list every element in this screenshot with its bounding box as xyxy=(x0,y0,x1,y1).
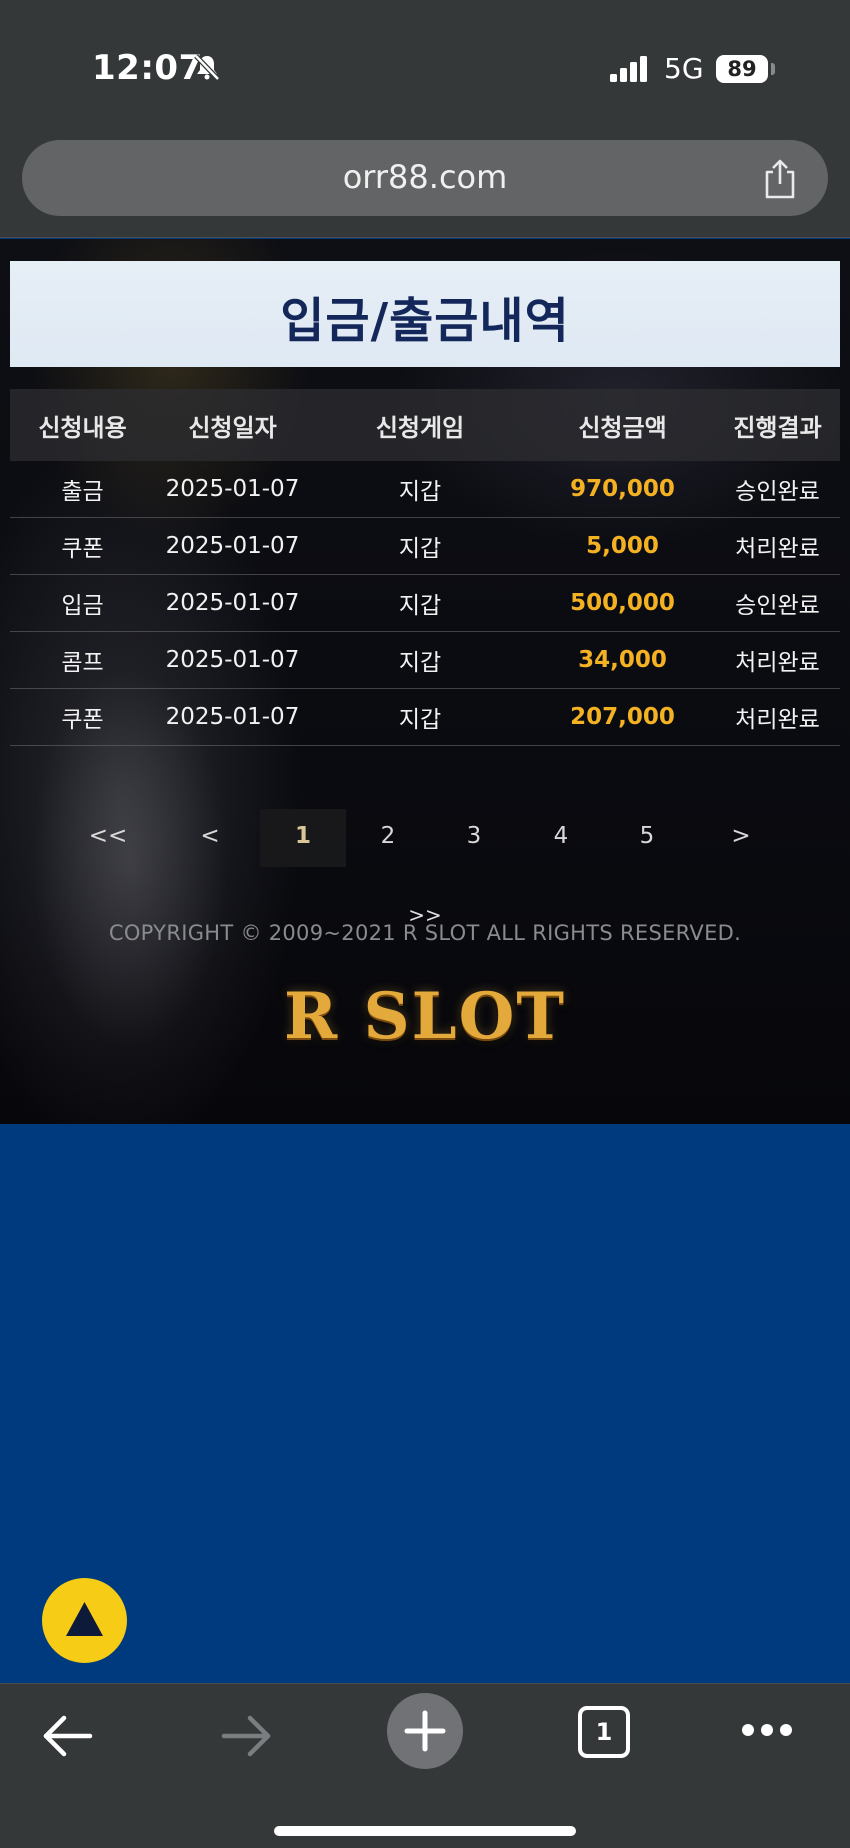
row-date: 2025-01-07 xyxy=(165,590,300,616)
home-indicator xyxy=(274,1826,576,1836)
page-next-button[interactable]: > xyxy=(711,823,771,849)
share-icon[interactable] xyxy=(762,158,798,200)
arrow-up-icon xyxy=(66,1602,103,1636)
page-button-1-active[interactable]: 1 xyxy=(260,809,346,867)
row-type: 입금 xyxy=(61,593,104,619)
row-amount: 207,000 xyxy=(570,704,675,730)
battery-tip xyxy=(771,63,775,75)
forward-arrow-icon[interactable] xyxy=(220,1714,272,1758)
table-row: 입금 2025-01-07 지갑 500,000 승인완료 xyxy=(10,575,840,632)
page-title: 입금/출금내역 xyxy=(280,293,570,349)
header-result: 진행결과 xyxy=(733,413,822,442)
row-type: 출금 xyxy=(61,479,104,505)
row-result: 처리완료 xyxy=(735,536,820,562)
page-first-button[interactable]: << xyxy=(78,823,138,849)
network-label: 5G xyxy=(664,52,704,85)
row-date: 2025-01-07 xyxy=(165,704,300,730)
row-date: 2025-01-07 xyxy=(165,533,300,559)
tabs-icon[interactable]: 1 xyxy=(578,1706,630,1758)
status-time: 12:07 xyxy=(92,48,203,88)
table-header: 신청내용 신청일자 신청게임 신청금액 진행결과 xyxy=(10,389,840,461)
more-icon[interactable] xyxy=(740,1722,794,1738)
row-game: 지갑 xyxy=(398,707,442,733)
pagination: << < 1 2 3 4 5 > xyxy=(0,809,850,867)
header-amount: 신청금액 xyxy=(578,413,667,442)
scroll-top-button[interactable] xyxy=(42,1578,127,1663)
page-button-3[interactable]: 3 xyxy=(444,823,504,849)
page-prev-button[interactable]: < xyxy=(180,823,240,849)
row-type: 쿠폰 xyxy=(61,536,104,562)
row-type: 콤프 xyxy=(61,650,104,676)
transaction-table: 신청내용 신청일자 신청게임 신청금액 진행결과 출금 2025-01-07 지… xyxy=(10,389,840,746)
row-result: 처리완료 xyxy=(735,707,820,733)
header-type: 신청내용 xyxy=(38,413,127,442)
site-logo[interactable]: R SLOT xyxy=(0,979,850,1054)
row-game: 지갑 xyxy=(398,593,442,619)
page-1-label: 1 xyxy=(294,823,311,849)
copyright-text: COPYRIGHT © 2009~2021 R SLOT ALL RIGHTS … xyxy=(108,921,742,945)
signal-icon xyxy=(610,56,647,82)
header-game: 신청게임 xyxy=(375,413,465,442)
row-game: 지갑 xyxy=(398,650,442,676)
row-amount: 34,000 xyxy=(578,647,667,673)
row-date: 2025-01-07 xyxy=(165,647,300,673)
bell-slash-icon xyxy=(194,54,220,81)
row-amount: 500,000 xyxy=(570,590,675,616)
browser-bottom-toolbar: 1 xyxy=(0,1683,850,1848)
address-bar[interactable]: orr88.com xyxy=(22,140,828,216)
row-result: 승인완료 xyxy=(735,593,820,619)
browser-top-chrome: 12:07 5G 89 orr88.com xyxy=(0,0,850,238)
battery-indicator: 89 xyxy=(716,55,768,83)
table-row: 콤프 2025-01-07 지갑 34,000 처리완료 xyxy=(10,632,840,689)
row-amount: 970,000 xyxy=(570,476,675,502)
page-button-4[interactable]: 4 xyxy=(531,823,591,849)
row-game: 지갑 xyxy=(398,479,442,505)
table-row: 쿠폰 2025-01-07 지갑 207,000 처리완료 xyxy=(10,689,840,746)
table-row: 출금 2025-01-07 지갑 970,000 승인완료 xyxy=(10,461,840,518)
header-date: 신청일자 xyxy=(188,413,277,442)
tab-count: 1 xyxy=(595,1718,613,1746)
plus-icon[interactable] xyxy=(386,1692,464,1770)
page-button-5[interactable]: 5 xyxy=(617,823,677,849)
page-button-2[interactable]: 2 xyxy=(358,823,418,849)
back-arrow-icon[interactable] xyxy=(42,1714,94,1758)
page-title-banner: 입금/출금내역 xyxy=(10,261,840,367)
url-text[interactable]: orr88.com xyxy=(22,158,828,196)
row-game: 지갑 xyxy=(398,536,442,562)
row-result: 승인완료 xyxy=(735,479,820,505)
row-amount: 5,000 xyxy=(586,533,659,559)
row-type: 쿠폰 xyxy=(61,707,104,733)
row-date: 2025-01-07 xyxy=(165,476,300,502)
table-row: 쿠폰 2025-01-07 지갑 5,000 처리완료 xyxy=(10,518,840,575)
page-content: 입금/출금내역 신청내용 신청일자 신청게임 신청금액 진행결과 출금 2025… xyxy=(0,239,850,1124)
row-result: 처리완료 xyxy=(735,650,820,676)
